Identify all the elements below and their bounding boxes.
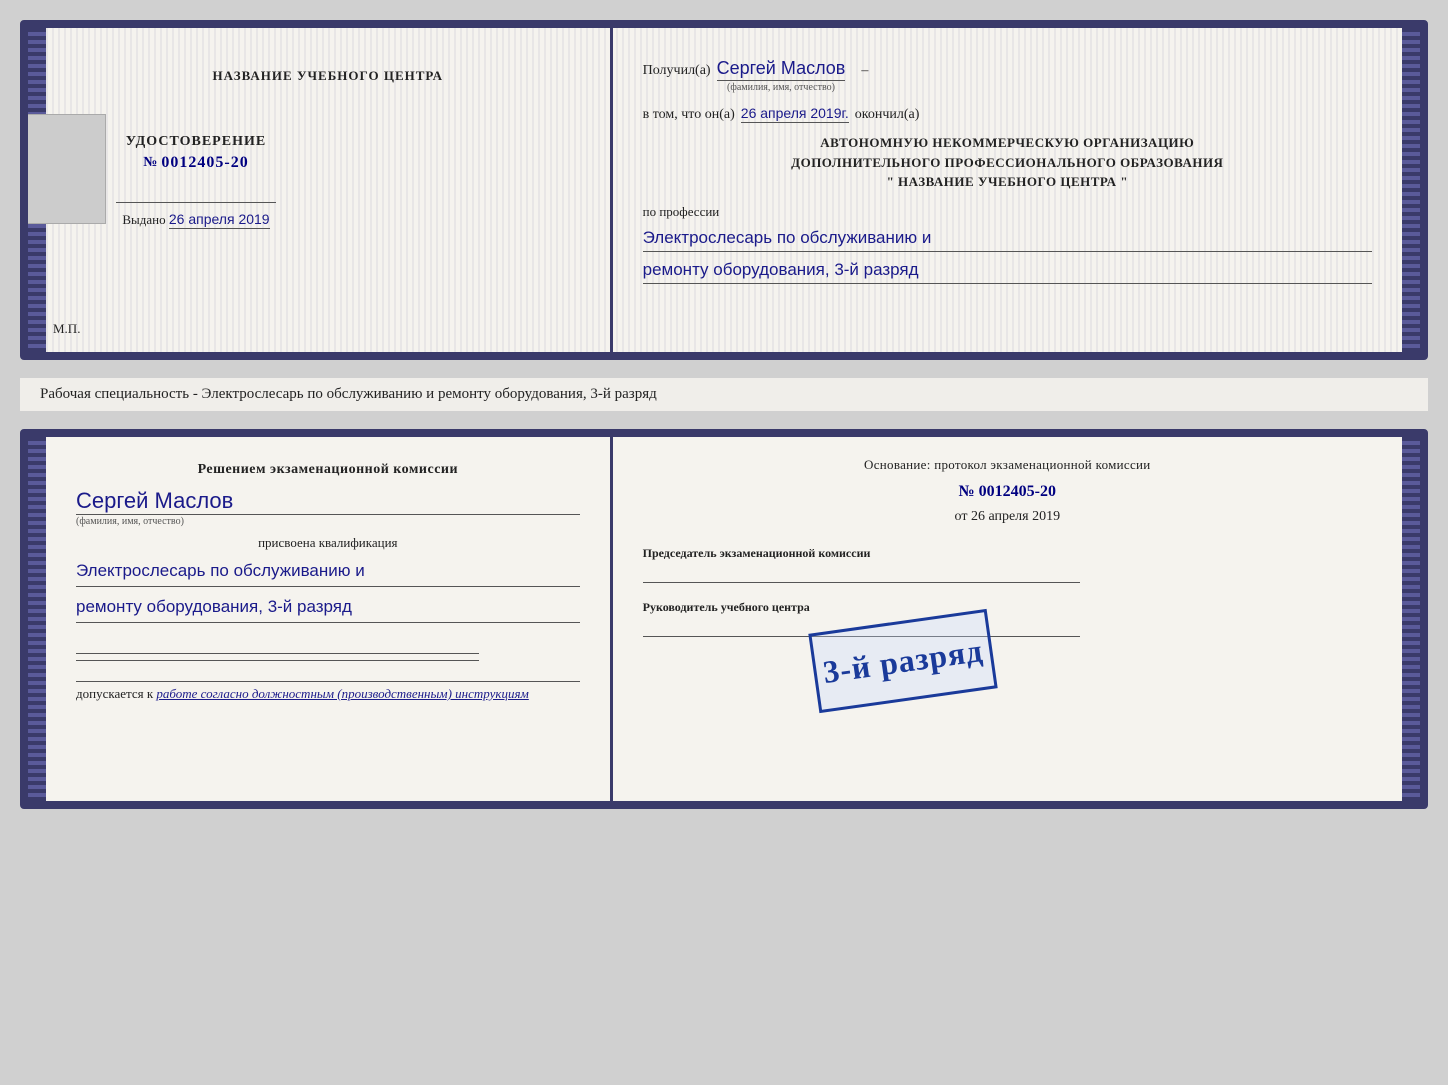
person-name-bottom: Сергей Маслов — [76, 488, 580, 515]
in-that-prefix: в том, что он(а) — [643, 107, 735, 123]
issued-date: 26 апреля 2019 — [169, 211, 270, 229]
cert-bottom-left: Решением экзаменационной комиссии Сергей… — [28, 437, 613, 801]
cert-top-right: Получил(а) Сергей Маслов (фамилия, имя, … — [613, 28, 1420, 352]
assigned-text: присвоена квалификация — [76, 535, 580, 551]
certificate-card-top: НАЗВАНИЕ УЧЕБНОГО ЦЕНТРА УДОСТОВЕРЕНИЕ №… — [20, 20, 1428, 360]
allowed-block: допускается к работе согласно должностны… — [76, 681, 580, 702]
doc-number-prefix: № — [143, 155, 157, 171]
completed-label: окончил(а) — [855, 107, 920, 123]
stripe-right-bottom — [1402, 437, 1420, 801]
received-prefix: Получил(а) — [643, 63, 711, 79]
basis-text: Основание: протокол экзаменационной коми… — [643, 457, 1372, 473]
doc-title: УДОСТОВЕРЕНИЕ — [126, 134, 266, 150]
chairman-signature-line — [643, 582, 1081, 583]
issued-line: Выдано 26 апреля 2019 — [122, 211, 269, 228]
mp-label: М.П. — [53, 321, 80, 337]
in-that-line: в том, что он(а) 26 апреля 2019г. окончи… — [643, 105, 1372, 123]
recipient-sublabel: (фамилия, имя, отчество) — [727, 82, 835, 93]
qualification-line2: ремонту оборудования, 3-й разряд — [76, 593, 580, 623]
cert-bottom-right: Основание: протокол экзаменационной коми… — [613, 437, 1420, 801]
profession-label: по профессии — [643, 204, 1372, 220]
photo-placeholder — [20, 114, 106, 224]
stamp-text: 3-й разряд — [820, 631, 985, 690]
protocol-date-line: от 26 апреля 2019 — [643, 509, 1372, 525]
dash1: – — [861, 63, 868, 79]
training-center-label-top: НАЗВАНИЕ УЧЕБНОГО ЦЕНТРА — [213, 68, 444, 84]
leader-label: Руководитель учебного центра — [643, 599, 1372, 616]
stripe-right-top — [1402, 28, 1420, 352]
profession-line2: ремонту оборудования, 3-й разряд — [643, 256, 1372, 284]
org-block: АВТОНОМНУЮ НЕКОММЕРЧЕСКУЮ ОРГАНИЗАЦИЮ ДО… — [643, 133, 1372, 192]
qualification-line1: Электрослесарь по обслуживанию и — [76, 557, 580, 587]
chairman-label: Председатель экзаменационной комиссии — [643, 545, 1372, 562]
cert-top-left: НАЗВАНИЕ УЧЕБНОГО ЦЕНТРА УДОСТОВЕРЕНИЕ №… — [28, 28, 613, 352]
date-completed: 26 апреля 2019г. — [741, 105, 849, 123]
protocol-number: № 0012405-20 — [643, 483, 1372, 501]
doc-number: 0012405-20 — [161, 154, 248, 172]
recipient-name: Сергей Маслов — [717, 58, 846, 81]
commission-title: Решением экзаменационной комиссии — [76, 462, 580, 478]
allowed-text: работе согласно должностным (производств… — [156, 686, 528, 701]
middle-label: Рабочая специальность - Электрослесарь п… — [20, 378, 1428, 411]
allowed-prefix: допускается к — [76, 686, 153, 701]
certificate-card-bottom: Решением экзаменационной комиссии Сергей… — [20, 429, 1428, 809]
received-line: Получил(а) Сергей Маслов (фамилия, имя, … — [643, 58, 1372, 93]
profession-line1: Электрослесарь по обслуживанию и — [643, 224, 1372, 252]
name-sublabel-bottom: (фамилия, имя, отчество) — [76, 516, 580, 527]
